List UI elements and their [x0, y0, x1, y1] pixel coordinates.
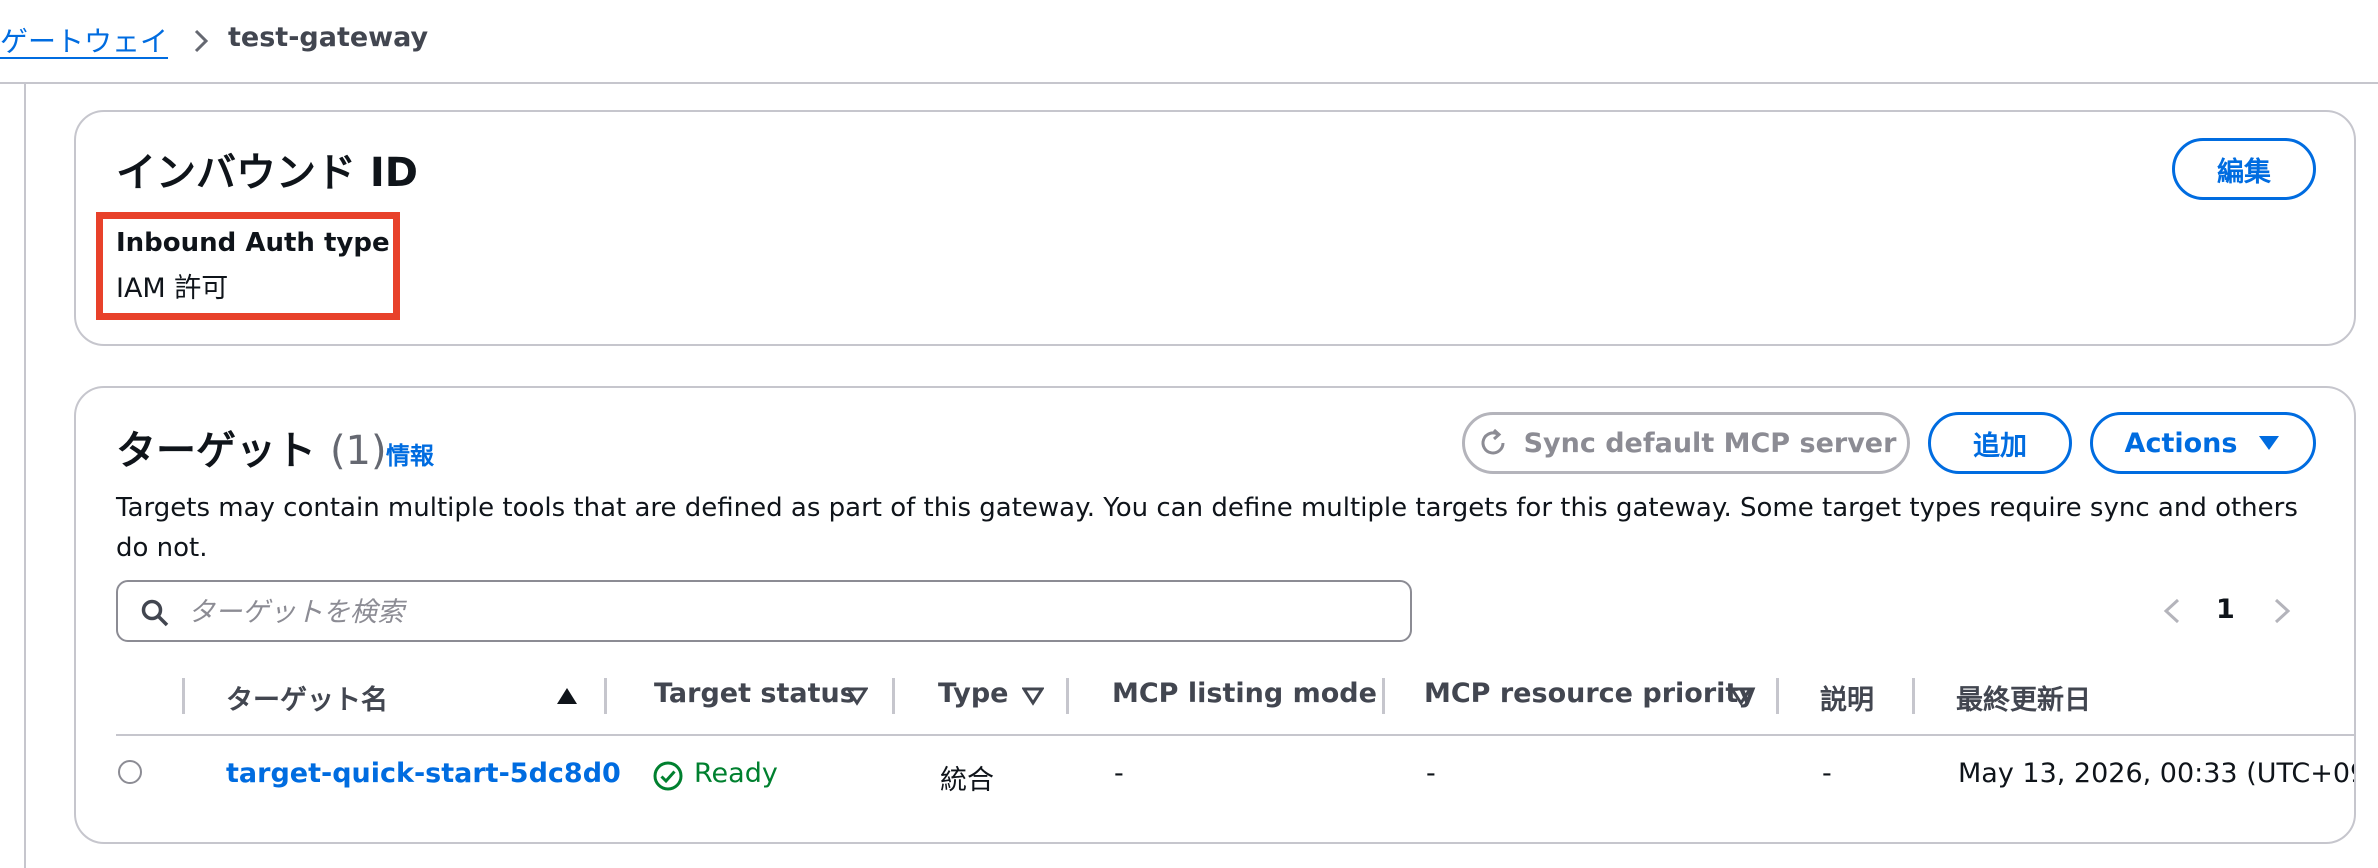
inbound-auth-type-label: Inbound Auth type [116, 228, 390, 258]
check-circle-icon [653, 761, 683, 791]
chevron-right-icon [194, 29, 209, 53]
side-navigation-divider [24, 84, 26, 868]
column-divider [1066, 678, 1069, 714]
sort-ascending-icon[interactable] [556, 686, 578, 706]
targets-panel: ターゲット (1) 情報 Sync default MCP server 追加 … [74, 386, 2356, 844]
breadcrumb-link-gateways[interactable]: ゲートウェイ [0, 20, 168, 60]
column-divider [604, 678, 607, 714]
column-divider [1382, 678, 1385, 714]
sync-mcp-server-label: Sync default MCP server [1523, 427, 1897, 459]
sort-icon[interactable] [1730, 686, 1752, 706]
mcp-resource-priority-value: - [1426, 758, 1436, 789]
targets-title: ターゲット (1) [116, 418, 387, 476]
column-header-description[interactable]: 説明 [1820, 678, 1874, 717]
column-header-target-name[interactable]: ターゲット名 [226, 678, 388, 717]
inbound-auth-type-value: IAM 許可 [116, 273, 229, 304]
add-target-button[interactable]: 追加 [1928, 412, 2072, 474]
search-input[interactable] [188, 592, 1388, 632]
table-header-divider [116, 734, 2354, 736]
targets-description: Targets may contain multiple tools that … [116, 493, 2298, 563]
sort-icon[interactable] [846, 686, 868, 706]
column-header-target-status[interactable]: Target status [654, 678, 856, 709]
target-type-value: 統合 [940, 765, 994, 796]
target-search [116, 580, 1412, 642]
breadcrumb-current: test-gateway [228, 22, 429, 53]
mcp-listing-mode-value: - [1114, 758, 1124, 789]
column-divider [1776, 678, 1779, 714]
row-select-radio[interactable] [118, 760, 142, 784]
current-page-number[interactable]: 1 [2216, 594, 2235, 625]
edit-button[interactable]: 編集 [2172, 138, 2316, 200]
column-header-type[interactable]: Type [938, 678, 1008, 709]
sync-mcp-server-button[interactable]: Sync default MCP server [1462, 412, 1910, 474]
column-header-mcp-listing-mode[interactable]: MCP listing mode [1112, 678, 1377, 709]
actions-label: Actions [2124, 427, 2238, 459]
targets-title-text: ターゲット [116, 428, 316, 474]
column-divider [1912, 678, 1915, 714]
description-value: - [1822, 758, 1832, 789]
sort-icon[interactable] [1022, 686, 1044, 706]
column-divider [182, 678, 185, 714]
column-header-last-updated[interactable]: 最終更新日 [1956, 678, 2091, 717]
refresh-icon [1481, 428, 1505, 455]
target-status-value: Ready [694, 758, 778, 789]
breadcrumb: ゲートウェイ test-gateway [0, 0, 2378, 84]
next-page-icon[interactable] [2270, 596, 2294, 626]
info-link[interactable]: 情報 [386, 436, 434, 471]
search-icon [141, 599, 169, 627]
last-updated-value: May 13, 2026, 00:33 (UTC+09:00) [1958, 758, 2354, 789]
inbound-identity-title: インバウンド ID [116, 150, 419, 196]
target-name-link[interactable]: target-quick-start-5dc8d0 [226, 758, 621, 789]
column-divider [892, 678, 895, 714]
caret-down-icon [2259, 436, 2280, 450]
actions-dropdown-button[interactable]: Actions [2090, 412, 2316, 474]
column-header-mcp-resource-priority[interactable]: MCP resource priority [1424, 678, 1756, 709]
previous-page-icon[interactable] [2160, 596, 2184, 626]
targets-count: (1) [329, 428, 387, 474]
inbound-identity-panel: インバウンド ID 編集 Inbound Auth type IAM 許可 [74, 110, 2356, 346]
